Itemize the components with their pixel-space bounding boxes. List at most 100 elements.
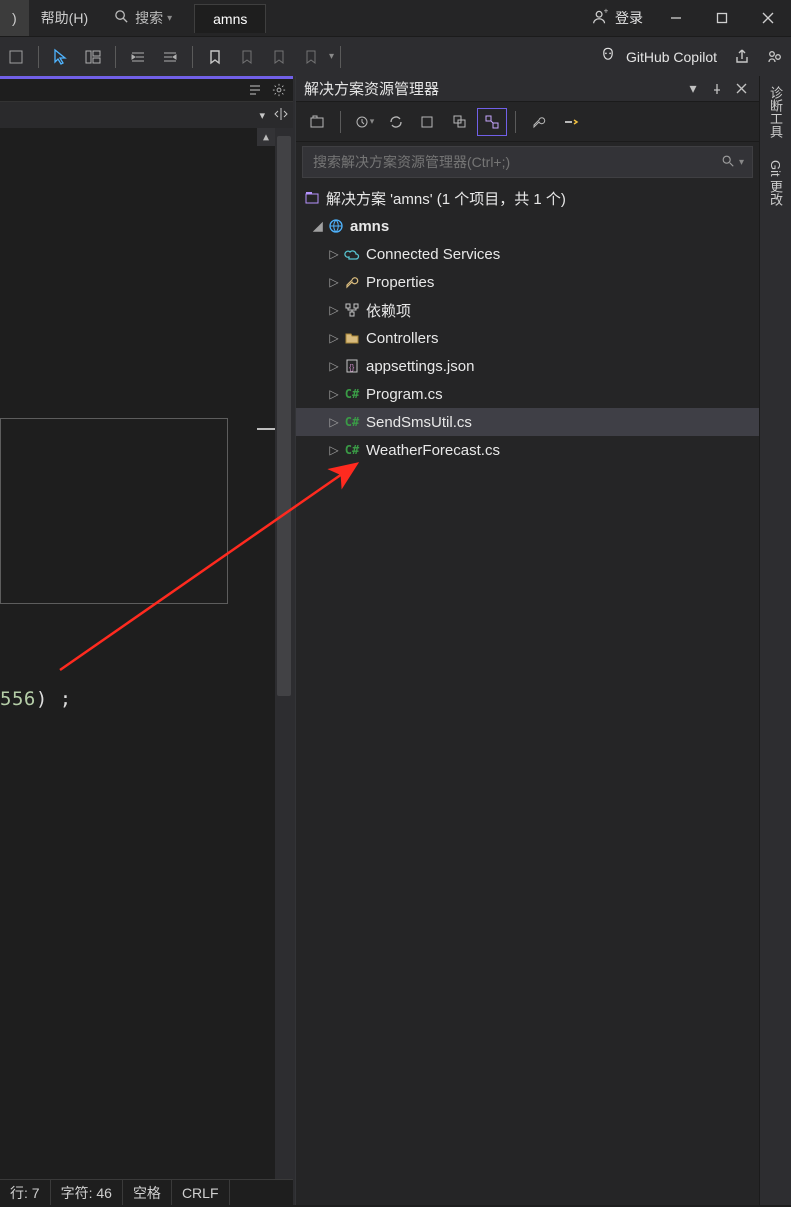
copilot-icon — [598, 45, 618, 68]
tree-item[interactable]: ▷C# Program.cs — [296, 380, 759, 408]
toolbar-btn-pointer[interactable] — [45, 41, 77, 73]
tab-overflow-icon[interactable] — [245, 80, 265, 100]
code-number: 556 — [0, 688, 36, 710]
bookmark-toggle-icon[interactable] — [199, 41, 231, 73]
tree-item[interactable]: ▷ 依赖项 — [296, 296, 759, 324]
expand-icon[interactable]: ▷ — [326, 387, 342, 401]
se-track-active-icon[interactable] — [477, 108, 507, 136]
panel-close-icon[interactable] — [731, 79, 751, 99]
cs-icon: C# — [342, 415, 362, 429]
tree-item-label: 依赖项 — [366, 300, 411, 321]
code-collapsed-region — [0, 418, 228, 604]
chevron-down-icon[interactable]: ▾ — [329, 51, 334, 62]
se-preview-icon[interactable] — [556, 108, 586, 136]
chevron-down-icon: ▾ — [167, 13, 172, 24]
expand-icon[interactable]: ▷ — [326, 275, 342, 289]
tree-project[interactable]: ◢ amns — [296, 212, 759, 240]
tree-item-label: Program.cs — [366, 386, 443, 403]
se-collapse-icon[interactable] — [445, 108, 475, 136]
document-tab[interactable]: amns — [194, 4, 266, 33]
status-char[interactable]: 字符: 46 — [51, 1180, 123, 1205]
bookmark-prev-icon[interactable] — [231, 41, 263, 73]
status-bar: 行: 7 字符: 46 空格 CRLF — [0, 1179, 293, 1205]
split-icon[interactable] — [273, 106, 289, 125]
menu-item-window-frag[interactable]: ) — [0, 0, 29, 36]
status-line[interactable]: 行: 7 — [0, 1180, 51, 1205]
main-area: ▾ ▲ 556) ; 行: 7 字符: 46 空格 CRLF 解决方案资源管理器… — [0, 76, 791, 1205]
bookmark-clear-icon[interactable] — [295, 41, 327, 73]
toolbar-btn-layout[interactable] — [77, 41, 109, 73]
tree-item[interactable]: ▷ {} appsettings.json — [296, 352, 759, 380]
code-editor[interactable]: ▲ 556) ; — [0, 128, 293, 1179]
expand-icon[interactable]: ▷ — [326, 303, 342, 317]
tree-item[interactable]: ▷ Properties — [296, 268, 759, 296]
tree-item-label: SendSmsUtil.cs — [366, 414, 472, 431]
rail-tab-git[interactable]: Git 更改 — [764, 156, 787, 210]
expand-icon[interactable]: ◢ — [310, 219, 326, 233]
json-icon: {} — [342, 358, 362, 374]
liveshare-icon[interactable] — [759, 41, 791, 73]
tree-item-label: Properties — [366, 274, 434, 291]
status-eol[interactable]: CRLF — [172, 1180, 230, 1205]
add-person-icon: + — [591, 8, 609, 29]
solution-icon — [302, 190, 322, 206]
tree-item-label: Connected Services — [366, 246, 500, 263]
tree-item[interactable]: ▷ Connected Services — [296, 240, 759, 268]
tree-item[interactable]: ▷Controllers — [296, 324, 759, 352]
expand-icon[interactable]: ▷ — [326, 415, 342, 429]
se-history-icon[interactable]: ▾ — [349, 108, 379, 136]
titlebar-search-label: 搜索 — [135, 8, 163, 28]
login-label: 登录 — [615, 8, 643, 28]
tree-item[interactable]: ▷C#WeatherForecast.cs — [296, 436, 759, 464]
rail-tab-diagnostics[interactable]: 诊断工具 — [764, 82, 787, 142]
toolbar-indent-dec[interactable] — [154, 41, 186, 73]
tree-project-label: amns — [350, 218, 389, 235]
close-button[interactable] — [745, 0, 791, 36]
menu-item-help[interactable]: 帮助(H) — [29, 0, 100, 36]
minimize-button[interactable] — [653, 0, 699, 36]
cs-icon: C# — [342, 387, 362, 401]
chevron-down-icon[interactable]: ▾ — [739, 157, 744, 168]
svg-text:+: + — [604, 6, 609, 15]
code-line: 556) ; — [0, 688, 72, 710]
se-search-input[interactable] — [311, 153, 721, 171]
editor-navbar: ▾ — [0, 102, 293, 128]
solution-explorer-toolbar: ▾ — [296, 102, 759, 142]
scrollbar-thumb[interactable] — [277, 136, 291, 696]
se-sync-icon[interactable] — [381, 108, 411, 136]
expand-icon[interactable]: ▷ — [326, 359, 342, 373]
expand-icon[interactable]: ▷ — [326, 443, 342, 457]
search-icon — [114, 9, 129, 27]
tree-item-label: WeatherForecast.cs — [366, 442, 500, 459]
folder-icon — [342, 330, 362, 346]
status-insert-mode[interactable]: 空格 — [123, 1180, 172, 1205]
gear-icon[interactable] — [269, 80, 289, 100]
github-copilot-button[interactable]: GitHub Copilot — [588, 45, 727, 68]
solution-tree[interactable]: 解决方案 'amns' (1 个项目，共 1 个) ◢ amns ▷ Connec… — [296, 182, 759, 1205]
svg-text:{}: {} — [349, 363, 355, 372]
nav-dropdown[interactable]: ▾ — [259, 109, 265, 122]
copilot-label: GitHub Copilot — [626, 49, 717, 65]
se-showall-icon[interactable] — [413, 108, 443, 136]
panel-menu-icon[interactable]: ▾ — [683, 79, 703, 99]
pin-icon[interactable] — [707, 79, 727, 99]
tree-item-label: appsettings.json — [366, 358, 474, 375]
scroll-up-icon[interactable]: ▲ — [257, 128, 275, 146]
se-home-icon[interactable] — [302, 108, 332, 136]
se-properties-icon[interactable] — [524, 108, 554, 136]
share-icon[interactable] — [727, 41, 759, 73]
cloud-icon — [342, 246, 362, 262]
editor-column: ▾ ▲ 556) ; 行: 7 字符: 46 空格 CRLF — [0, 76, 295, 1205]
toolbar-indent-inc[interactable] — [122, 41, 154, 73]
titlebar-search[interactable]: 搜索 ▾ — [100, 8, 186, 28]
expand-icon[interactable]: ▷ — [326, 331, 342, 345]
solution-explorer-search[interactable]: ▾ — [302, 146, 753, 178]
tree-item[interactable]: ▷C# SendSmsUtil.cs — [296, 408, 759, 436]
search-icon — [721, 154, 735, 171]
maximize-button[interactable] — [699, 0, 745, 36]
bookmark-next-icon[interactable] — [263, 41, 295, 73]
expand-icon[interactable]: ▷ — [326, 247, 342, 261]
login-button[interactable]: + 登录 — [581, 8, 653, 29]
toolbar-btn-1[interactable] — [0, 41, 32, 73]
tree-solution-root[interactable]: 解决方案 'amns' (1 个项目，共 1 个) — [296, 184, 759, 212]
